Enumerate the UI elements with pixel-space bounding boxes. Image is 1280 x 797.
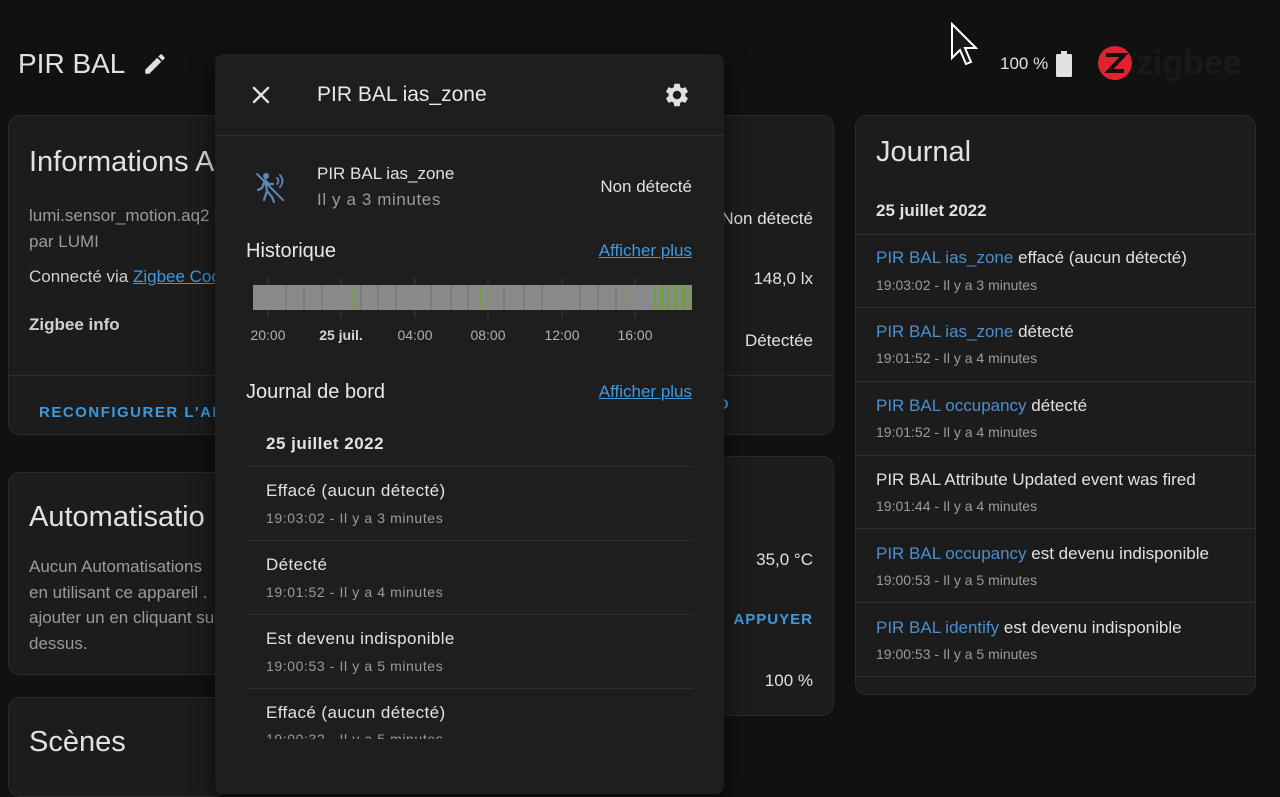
control-value-motion: Non détecté [721, 209, 813, 228]
journal-action: détecté [1013, 322, 1074, 341]
more-info-dialog: PIR BAL ias_zone PIR BAL ias_zone Il y a… [215, 54, 724, 794]
automation-card: Automatisatio Aucun Automatisations en u… [8, 472, 226, 675]
logbook-entry-time: 19:00:53 - Il y a 5 minutes [266, 658, 444, 674]
device-model: lumi.sensor_motion.aq2 [29, 206, 210, 225]
journal-entity-link[interactable]: PIR BAL identify [876, 618, 999, 637]
logbook-entry-label: Détecté [266, 555, 328, 574]
journal-entity-link[interactable]: PIR BAL ias_zone [876, 248, 1013, 267]
entity-state: Non détecté [600, 177, 692, 196]
logbook-entry-time: 19:03:02 - Il y a 3 minutes [266, 510, 444, 526]
journal-entry[interactable]: PIR BAL occupancy détecté [876, 396, 1087, 416]
device-info-title: Informations A [29, 146, 215, 178]
logbook-title: Journal de bord [246, 381, 385, 403]
zigbee-wordmark: zigbee [1136, 44, 1242, 82]
timeline-tick-label: 16:00 [617, 327, 652, 343]
zigbee-info-label: Zigbee info [29, 315, 120, 334]
journal-time: 19:00:53 - Il y a 5 minutes [876, 646, 1038, 662]
connected-prefix: Connecté via [29, 267, 133, 286]
device-connected-via: Connecté via Zigbee Coo [29, 267, 221, 287]
journal-time: 19:00:53 - Il y a 5 minutes [876, 572, 1038, 588]
timeline-tick-label: 04:00 [397, 327, 432, 343]
journal-entity-link[interactable]: PIR BAL ias_zone [876, 322, 1013, 341]
journal-date: 25 juillet 2022 [876, 201, 987, 220]
logbook-divider [246, 688, 693, 689]
battery-level: 100 % [1000, 54, 1049, 73]
page-title: PIR BAL [18, 48, 126, 79]
control-value-battery: 100 % [764, 671, 813, 690]
journal-entry[interactable]: PIR BAL occupancy est devenu indisponibl… [876, 544, 1209, 564]
coordinator-link[interactable]: Zigbee Coo [133, 267, 221, 286]
journal-entry[interactable]: PIR BAL ias_zone détecté [876, 322, 1074, 342]
timeline-tick-label: 25 juil. [319, 327, 363, 343]
control-value-temperature: 35,0 °C [756, 550, 813, 569]
edit-icon[interactable] [142, 51, 168, 77]
logbook-date: 25 juillet 2022 [266, 434, 385, 453]
timeline-tick-label: 08:00 [470, 327, 505, 343]
journal-divider [856, 455, 1255, 456]
logbook-show-more-link[interactable]: Afficher plus [599, 382, 692, 402]
logbook-divider [246, 466, 693, 467]
logbook-entry-time: 19:01:52 - Il y a 4 minutes [266, 584, 444, 600]
journal-entity-link[interactable]: PIR BAL occupancy [876, 544, 1027, 563]
logbook-entry-time: 19:00:32 - Il y a 5 minutes [266, 731, 444, 739]
journal-time: 19:01:44 - Il y a 4 minutes [876, 498, 1038, 514]
logbook-divider [246, 614, 693, 615]
journal-entry[interactable]: PIR BAL identify est devenu indisponible [876, 618, 1182, 638]
automation-text-4: dessus. [29, 634, 88, 653]
control-value-illuminance: 148,0 lx [753, 269, 813, 288]
logbook-clip: 19:00:32 - Il y a 5 minutes [266, 730, 516, 739]
journal-time: 19:01:52 - Il y a 4 minutes [876, 350, 1038, 366]
journal-action: effacé (aucun détecté) [1013, 248, 1187, 267]
dialog-title: PIR BAL ias_zone [317, 83, 487, 106]
journal-entity-link[interactable]: PIR BAL occupancy [876, 396, 1027, 415]
history-timeline[interactable]: 20:00 25 juil. 04:00 08:00 12:00 16:00 [246, 273, 696, 348]
journal-divider [856, 234, 1255, 235]
logbook-entry-label: Est devenu indisponible [266, 629, 455, 648]
entity-last-changed: Il y a 3 minutes [317, 190, 441, 209]
timeline-tick-label: 20:00 [250, 327, 285, 343]
journal-divider [856, 381, 1255, 382]
scenes-card: Scènes [8, 697, 226, 797]
history-show-more-link[interactable]: Afficher plus [599, 241, 692, 261]
journal-title: Journal [876, 136, 972, 168]
device-manufacturer: par LUMI [29, 232, 99, 251]
logbook-entry-label: Effacé (aucun détecté) [266, 481, 446, 500]
cursor-icon [950, 22, 978, 66]
entity-name: PIR BAL ias_zone [317, 164, 455, 183]
journal-action: est devenu indisponible [1026, 544, 1209, 563]
journal-action: détecté [1026, 396, 1088, 415]
automation-text-3: ajouter un en cliquant su [29, 608, 215, 627]
journal-divider [856, 528, 1255, 529]
journal-divider [856, 307, 1255, 308]
motion-sensor-icon [255, 170, 287, 204]
journal-entry[interactable]: PIR BAL ias_zone effacé (aucun détecté) [876, 248, 1187, 268]
close-icon[interactable] [249, 83, 273, 107]
logbook-divider [246, 540, 693, 541]
journal-action: PIR BAL Attribute Updated event was fire… [876, 470, 1196, 489]
journal-action: est devenu indisponible [999, 618, 1182, 637]
journal-card: Journal 25 juillet 2022 PIR BAL ias_zone… [855, 115, 1256, 695]
control-value-occupancy: Détectée [744, 331, 813, 350]
scenes-title: Scènes [29, 726, 126, 758]
automation-title: Automatisatio [29, 501, 205, 533]
journal-divider [856, 676, 1255, 677]
automation-text-1: Aucun Automatisations [29, 557, 202, 576]
history-title: Historique [246, 240, 337, 262]
zigbee-logo: zigbee [1097, 43, 1257, 83]
automation-text-2: en utilisant ce appareil . [29, 583, 208, 602]
journal-time: 19:01:52 - Il y a 4 minutes [876, 424, 1038, 440]
gear-icon[interactable] [663, 81, 691, 109]
journal-divider [856, 602, 1255, 603]
journal-entry[interactable]: PIR BAL Attribute Updated event was fire… [876, 470, 1196, 490]
press-button[interactable]: APPUYER [733, 611, 813, 628]
timeline-tick-label: 12:00 [544, 327, 579, 343]
dialog-header-divider [215, 135, 724, 136]
logbook-entry-label: Effacé (aucun détecté) [266, 703, 446, 722]
journal-time: 19:03:02 - Il y a 3 minutes [876, 277, 1038, 293]
reconfigure-button[interactable]: RECONFIGURER L'APP [39, 404, 235, 421]
battery-icon [1055, 51, 1073, 77]
